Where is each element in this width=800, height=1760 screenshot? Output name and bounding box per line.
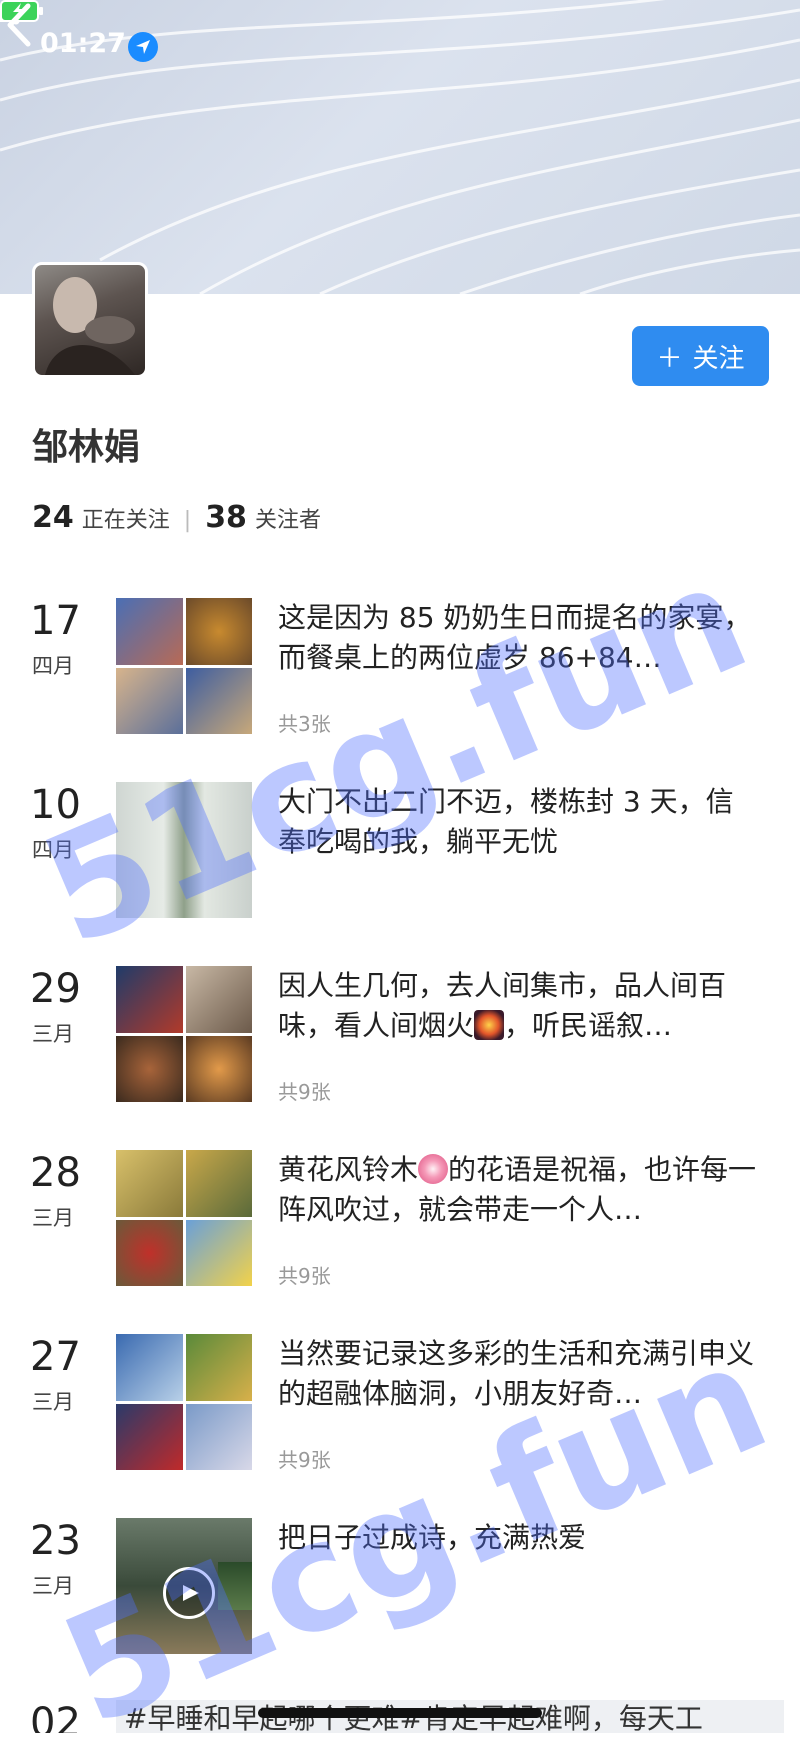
following-label: 正在关注 [81, 508, 170, 533]
post-item[interactable]: 27 三月 当然要记录这多彩的生活和充满引申义的超融体脑洞，小朋友好奇… 共9张 [0, 1334, 800, 1484]
post-text: 大门不出二门不迈，楼栋封 3 天，信奉吃喝的我，躺平无忧 [278, 785, 734, 858]
following-stat[interactable]: 24 正在关注 [32, 500, 170, 535]
post-thumbnail [116, 966, 252, 1102]
post-text: 这是因为 85 奶奶生日而提名的家宴，而餐桌上的两位虚岁 86+84… [278, 601, 752, 674]
post-day: 28 [30, 1150, 81, 1196]
followers-count: 38 [205, 500, 247, 535]
profile-stats: 24 正在关注 | 38 关注者 [32, 500, 321, 535]
post-item[interactable]: 29 三月 因人生几何，去人间集市，品人间百味，看人间烟火 ，听民谣叙… 共9张 [0, 966, 800, 1116]
post-month: 三月 [32, 1390, 74, 1414]
post-day: 23 [30, 1518, 81, 1564]
photo-count: 共9张 [278, 1264, 331, 1288]
post-text-part: ，听民谣叙… [504, 1009, 673, 1042]
status-time: 01:27 [40, 28, 126, 59]
follow-button-label: 关注 [692, 343, 745, 374]
post-day: 10 [30, 782, 81, 828]
post-thumbnail [116, 598, 252, 734]
avatar[interactable] [32, 262, 148, 378]
video-play-icon[interactable] [163, 1567, 215, 1619]
cherry-blossom-emoji-icon [418, 1154, 449, 1184]
post-text: 黄花风铃木 的花语是祝福，也许每一阵风吹过，就会带走一个人… [278, 1150, 758, 1230]
fireworks-emoji-icon [474, 1010, 505, 1040]
photo-count: 共3张 [278, 712, 331, 736]
followers-label: 关注者 [254, 508, 321, 533]
home-indicator[interactable] [258, 1708, 542, 1718]
post-day: 02 [30, 1700, 81, 1733]
location-arrow-icon [128, 32, 158, 62]
post-day: 27 [30, 1334, 81, 1380]
stat-divider: | [183, 508, 192, 533]
post-item[interactable]: 17 四月 这是因为 85 奶奶生日而提名的家宴，而餐桌上的两位虚岁 86+84… [0, 598, 800, 748]
photo-count: 共9张 [278, 1080, 331, 1104]
followers-stat[interactable]: 38 关注者 [205, 500, 321, 535]
plus-icon: ＋ [656, 343, 683, 374]
post-day: 29 [30, 966, 81, 1012]
post-thumbnail [116, 782, 252, 918]
post-thumbnail [116, 1334, 252, 1470]
post-text: 当然要记录这多彩的生活和充满引申义的超融体脑洞，小朋友好奇… [278, 1337, 755, 1410]
post-item[interactable]: 23 三月 把日子过成诗，充满热爱 [0, 1518, 800, 1668]
post-month: 三月 [32, 1022, 74, 1046]
post-text: 因人生几何，去人间集市，品人间百味，看人间烟火 ，听民谣叙… [278, 966, 758, 1046]
post-month: 四月 [32, 654, 74, 678]
following-count: 24 [32, 500, 74, 535]
post-month: 三月 [32, 1206, 74, 1230]
username: 邹林娟 [32, 427, 141, 468]
profile-header-banner: 01:27 [0, 0, 800, 294]
post-day: 17 [30, 598, 81, 644]
post-thumbnail-small [218, 1562, 252, 1610]
post-month: 四月 [32, 838, 74, 862]
post-thumbnail [116, 1150, 252, 1286]
post-text-part: 黄花风铃木 [278, 1153, 419, 1186]
post-item[interactable]: 10 四月 大门不出二门不迈，楼栋封 3 天，信奉吃喝的我，躺平无忧 [0, 782, 800, 932]
back-chevron-icon[interactable] [0, 0, 40, 50]
post-text: 把日子过成诗，充满热爱 [278, 1521, 587, 1554]
photo-count: 共9张 [278, 1448, 331, 1472]
follow-button[interactable]: ＋ 关注 [632, 326, 769, 386]
post-item[interactable]: 28 三月 黄花风铃木 的花语是祝福，也许每一阵风吹过，就会带走一个人… 共9张 [0, 1150, 800, 1300]
post-month: 三月 [32, 1574, 74, 1598]
